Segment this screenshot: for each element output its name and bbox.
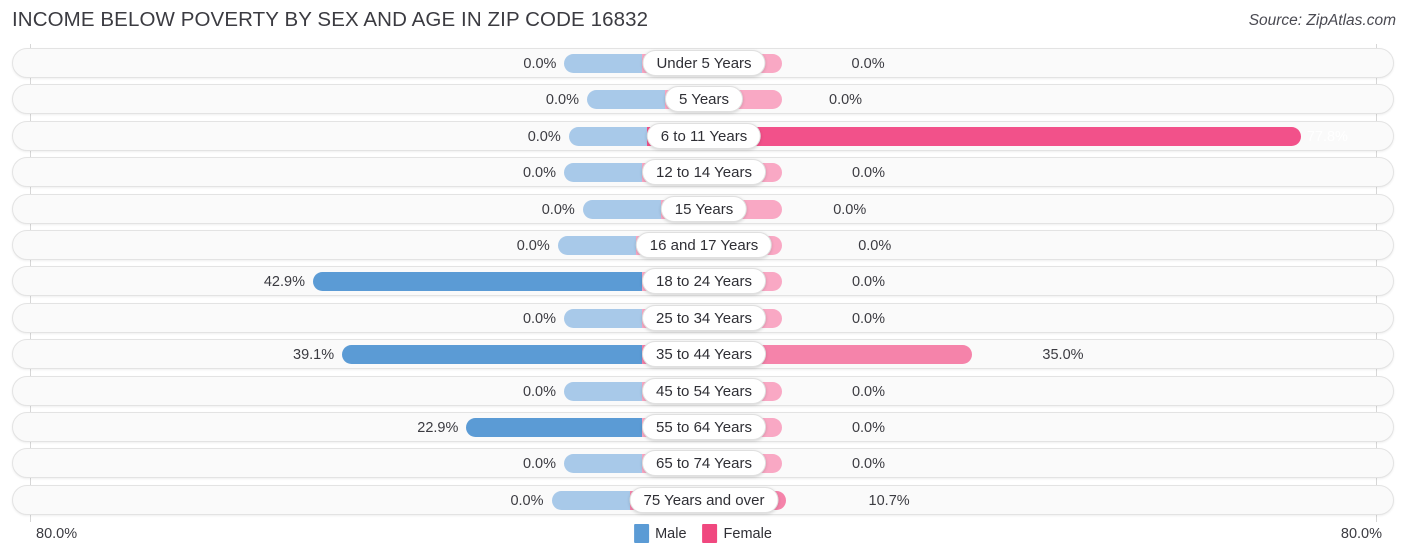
value-label-female: 0.0%: [829, 92, 863, 109]
legend-item-male[interactable]: Male: [634, 524, 687, 543]
category-label-pill: 6 to 11 Years: [646, 122, 762, 149]
axis-tick-left: 80.0%: [36, 526, 78, 542]
chart-row: 65 to 74 Years 0.0% 0.0%: [12, 448, 1394, 479]
category-label-pill: 35 to 44 Years: [642, 341, 766, 368]
value-label-female: 0.0%: [833, 201, 867, 218]
chart-row: 55 to 64 Years 22.9% 0.0%: [12, 412, 1394, 442]
value-label-male: 0.0%: [510, 492, 544, 509]
legend-label: Female: [723, 525, 772, 542]
chart-footer: 80.0% Male Female 80.0%: [0, 522, 1406, 559]
value-label-male: 0.0%: [541, 201, 575, 218]
value-label-female: 10.7%: [868, 492, 910, 509]
value-label-male: 39.1%: [293, 347, 335, 364]
value-label-female: 0.0%: [851, 165, 886, 182]
category-label-pill: 16 and 17 Years: [635, 232, 773, 258]
legend-swatch-icon: [634, 524, 650, 543]
value-label-female: 0.0%: [851, 310, 886, 327]
category-label-pill: 55 to 64 Years: [642, 414, 766, 440]
value-label-male: 42.9%: [263, 274, 305, 291]
legend-label: Male: [655, 525, 687, 542]
value-label-male: 0.0%: [522, 383, 557, 400]
chart-row: 45 to 54 Years 0.0% 0.0%: [12, 375, 1394, 406]
value-label-female: 0.0%: [851, 383, 886, 400]
value-label-male: 22.9%: [417, 420, 459, 436]
value-label-male: 0.0%: [523, 56, 557, 72]
category-label-pill: 75 Years and over: [629, 486, 779, 513]
value-label-male: 0.0%: [522, 165, 557, 182]
chart-row: 16 and 17 Years 0.0% 0.0%: [12, 230, 1394, 260]
value-label-male: 0.0%: [545, 92, 579, 109]
category-label-pill: 15 Years: [660, 195, 748, 222]
chart-row: 6 to 11 Years 0.0% 77.8%: [12, 120, 1394, 151]
legend-item-female[interactable]: Female: [702, 524, 772, 543]
value-label-male: 0.0%: [527, 128, 561, 145]
category-label-pill: 65 to 74 Years: [642, 450, 766, 477]
chart-legend: Male Female: [634, 524, 772, 543]
chart-row: Under 5 Years 0.0% 0.0%: [12, 48, 1394, 78]
chart-row: 12 to 14 Years 0.0% 0.0%: [12, 157, 1394, 188]
category-label-pill: 12 to 14 Years: [642, 159, 766, 186]
value-label-female: 0.0%: [851, 56, 885, 72]
value-label-female: 35.0%: [1042, 347, 1084, 364]
chart-row: 25 to 34 Years 0.0% 0.0%: [12, 302, 1394, 333]
category-label-pill: 5 Years: [664, 86, 744, 113]
value-label-female: 0.0%: [858, 238, 892, 254]
page-title: INCOME BELOW POVERTY BY SEX AND AGE IN Z…: [12, 8, 649, 31]
value-label-male: 0.0%: [516, 238, 550, 254]
value-label-female: 77.8%: [1306, 128, 1348, 145]
chart-row: 5 Years 0.0% 0.0%: [12, 84, 1394, 115]
value-label-male: 0.0%: [522, 456, 557, 473]
value-label-female: 0.0%: [851, 420, 886, 436]
chart-row: 18 to 24 Years 42.9% 0.0%: [12, 266, 1394, 297]
source-attribution: Source: ZipAtlas.com: [1248, 12, 1396, 29]
category-label-pill: 18 to 24 Years: [642, 268, 766, 295]
chart-plot-area: Under 5 Years 0.0% 0.0% 5 Years 0.0% 0.0% 6 to…: [0, 44, 1406, 522]
value-label-female: 0.0%: [851, 274, 886, 291]
value-label-male: 0.0%: [522, 310, 557, 327]
chart-row: 15 Years 0.0% 0.0%: [12, 193, 1394, 224]
chart-header: INCOME BELOW POVERTY BY SEX AND AGE IN Z…: [0, 0, 1406, 44]
category-label-pill: 25 to 34 Years: [642, 304, 766, 331]
legend-swatch-icon: [702, 524, 718, 543]
chart-row: 75 Years and over 0.0% 10.7%: [12, 484, 1394, 515]
chart-row: 35 to 44 Years 39.1% 35.0%: [12, 339, 1394, 370]
category-label-pill: 45 to 54 Years: [642, 377, 766, 404]
axis-tick-right: 80.0%: [1340, 526, 1382, 542]
category-label-pill: Under 5 Years: [642, 50, 766, 76]
value-label-female: 0.0%: [851, 456, 886, 473]
